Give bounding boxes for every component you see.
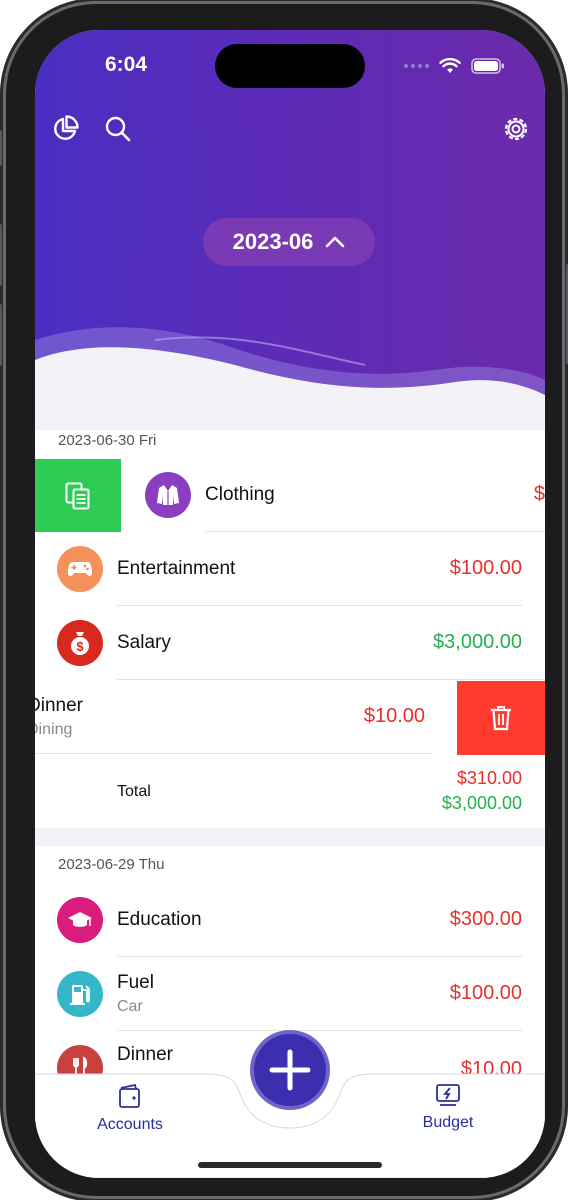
copy-action-button[interactable] [35, 459, 121, 532]
category-name: Fuel [117, 972, 154, 993]
dynamic-island [215, 44, 365, 88]
category-name: Dinner [117, 1044, 173, 1065]
svg-text:$: $ [76, 639, 84, 654]
list-item[interactable]: Entertainment $100.00 [57, 533, 522, 605]
jacket-icon [145, 472, 191, 518]
status-time: 6:04 [105, 53, 148, 76]
delete-action-button[interactable] [457, 681, 545, 755]
section-gap [35, 400, 545, 422]
total-label: Total [117, 783, 151, 800]
item-text: Fuel Car [117, 972, 154, 1016]
money-bag-icon: $ [57, 620, 103, 666]
settings-gear-icon[interactable] [501, 114, 531, 144]
pie-chart-icon[interactable] [50, 114, 80, 144]
copy-document-icon [65, 482, 90, 509]
category-name: Dinner [35, 695, 83, 716]
divider [117, 605, 522, 606]
category-name: Entertainment [117, 558, 236, 579]
list-item[interactable]: Clothing $ [145, 459, 545, 531]
add-transaction-button[interactable] [250, 1030, 330, 1110]
month-label: 2023-06 [232, 229, 314, 254]
signal-icon [404, 64, 429, 68]
subcategory-name: Car [117, 998, 143, 1015]
category-name: Clothing [205, 484, 275, 505]
total-income: $3,000.00 [441, 793, 522, 813]
fuel-pump-icon [57, 971, 103, 1017]
plus-icon [269, 1049, 311, 1091]
home-indicator[interactable] [198, 1162, 382, 1168]
category-name: Salary [117, 632, 171, 653]
subcategory-name: Dining [35, 721, 73, 738]
search-icon[interactable] [103, 114, 133, 144]
volume-up-button [0, 224, 2, 286]
tab-budget-label: Budget [422, 1114, 474, 1131]
divider [205, 531, 545, 532]
battery-icon [471, 58, 504, 74]
trash-icon [491, 706, 511, 731]
phone-frame: 6:04 2023-06 2023-06-30 Fri Clothing $ E… [0, 4, 568, 1196]
tab-budget[interactable]: Budget [403, 1082, 493, 1132]
amount: $300.00 [449, 908, 522, 930]
date-header: 2023-06-30 Fri [58, 432, 157, 449]
wifi-icon [439, 58, 461, 73]
divider [117, 1030, 522, 1031]
graduation-cap-icon [57, 897, 103, 943]
tab-accounts[interactable]: Accounts [85, 1082, 175, 1134]
screen: 6:04 2023-06 2023-06-30 Fri Clothing $ E… [35, 30, 545, 1178]
list-item[interactable]: Fuel Car $100.00 [57, 958, 522, 1030]
date-header: 2023-06-29 Thu [58, 856, 165, 873]
list-item[interactable]: Education $300.00 [57, 884, 522, 956]
divider [35, 753, 433, 754]
divider [117, 679, 545, 680]
amount: $ [533, 483, 545, 505]
divider [117, 956, 522, 957]
budget-icon [436, 1084, 460, 1106]
month-selector[interactable]: 2023-06 [203, 218, 375, 266]
amount: $10.00 [363, 705, 425, 727]
category-name: Education [117, 909, 202, 930]
amount: $3,000.00 [433, 631, 522, 653]
total-expense: $310.00 [456, 768, 522, 788]
wallet-icon [119, 1083, 140, 1108]
amount: $100.00 [449, 557, 522, 579]
volume-down-button [0, 304, 2, 366]
chevron-up-icon [326, 236, 345, 248]
amount: $100.00 [449, 982, 522, 1004]
tab-accounts-label: Accounts [97, 1116, 163, 1133]
section-gap [35, 828, 545, 846]
gamepad-icon [57, 546, 103, 592]
header: 6:04 2023-06 [35, 30, 545, 430]
status-indicators [404, 58, 505, 74]
silent-switch [0, 130, 2, 166]
list-item[interactable]: $ Salary $3,000.00 [57, 607, 522, 679]
list-item[interactable]: Dinner Dining $10.00 [35, 681, 435, 753]
item-text: Dinner Dining [35, 695, 83, 739]
